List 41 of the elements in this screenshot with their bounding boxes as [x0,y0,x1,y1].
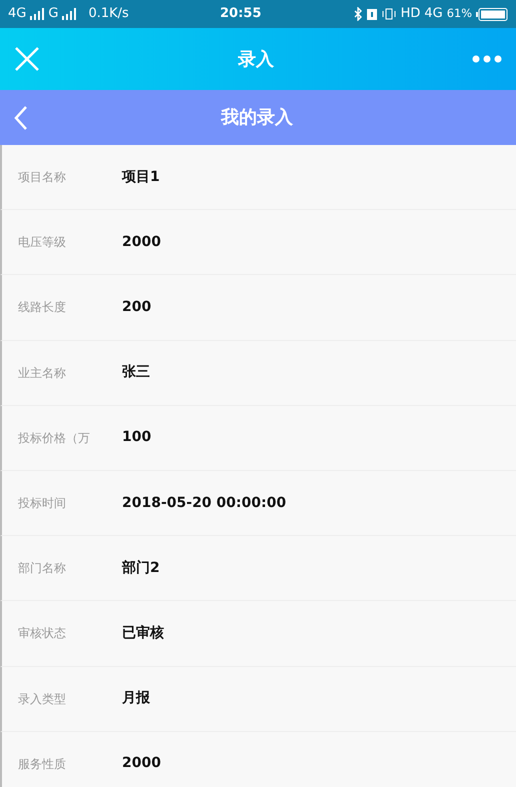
field-label: 电压等级 [18,234,67,252]
signal-icon [62,8,76,20]
close-button[interactable] [14,46,40,72]
network-type: G [48,5,58,24]
field-label: 服务性质 [18,756,67,773]
field-label: 投标价格（万 [18,430,91,447]
field-value: 项目1 [122,168,160,187]
header-title: 我的录入 [220,106,294,130]
field-label: 业主名称 [18,364,67,382]
battery-saver-icon [366,8,377,20]
field-value: 2000 [122,232,161,252]
back-button[interactable] [14,106,28,130]
signal-icon [30,8,44,20]
more-button[interactable] [472,55,502,63]
network-type: 4G [424,5,443,24]
network-type: 4G [8,5,26,24]
field-label: 线路长度 [18,299,67,316]
network-speed: 0.1K/s [88,5,129,24]
clock: 20:55 [220,5,262,24]
field-value: 部门2 [122,558,160,578]
field-label: 项目名称 [18,169,67,186]
battery-icon [476,8,508,20]
field-value: 已审核 [122,624,164,643]
field-value: 2000 [122,754,161,774]
field-label: 投标时间 [18,495,67,512]
more-icon [472,55,502,63]
network-type: HD [400,5,420,24]
field-value: 2018-05-20 00:00:00 [122,494,286,513]
close-icon [14,46,40,72]
vibrate-icon [380,8,397,20]
bluetooth-icon [352,7,363,21]
field-value: 200 [122,298,152,317]
field-label: 审核状态 [18,625,67,642]
back-icon [14,106,28,130]
field-label: 录入类型 [18,690,67,708]
field-label: 部门名称 [18,560,67,578]
field-value: 月报 [122,689,150,708]
page-title: 录入 [238,48,274,72]
field-value: 100 [122,428,152,448]
battery-percent: 61% [446,5,472,22]
field-value: 张三 [122,363,150,382]
